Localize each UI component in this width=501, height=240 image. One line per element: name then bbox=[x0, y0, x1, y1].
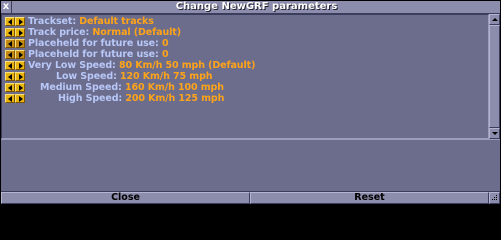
parameter-text: Medium Speed: 160 Km/h 100 mph bbox=[40, 82, 224, 93]
parameter-stepper[interactable] bbox=[5, 17, 25, 26]
decrease-button[interactable] bbox=[5, 39, 15, 48]
decrease-button[interactable] bbox=[5, 94, 15, 103]
parameter-value: 120 Km/h 75 mph bbox=[120, 71, 213, 82]
parameter-value: 0 bbox=[161, 38, 169, 49]
parameter-stepper[interactable] bbox=[5, 83, 25, 92]
parameter-list: Trackset: Default tracks Track price: No… bbox=[1, 14, 489, 139]
right-arrow-icon bbox=[19, 63, 23, 69]
right-arrow-icon bbox=[19, 30, 23, 36]
parameter-value: Default tracks bbox=[79, 16, 154, 27]
left-arrow-icon bbox=[8, 19, 12, 25]
reset-button[interactable]: Reset bbox=[250, 192, 489, 204]
increase-button[interactable] bbox=[15, 50, 25, 59]
parameter-row-medium-speed[interactable]: Medium Speed: 160 Km/h 100 mph bbox=[4, 82, 484, 93]
left-arrow-icon bbox=[8, 30, 12, 36]
right-arrow-icon bbox=[19, 85, 23, 91]
parameter-stepper[interactable] bbox=[5, 39, 25, 48]
parameter-stepper[interactable] bbox=[5, 72, 25, 81]
scroll-down-button[interactable] bbox=[489, 128, 500, 139]
increase-button[interactable] bbox=[15, 61, 25, 70]
parameter-label: Very Low Speed: bbox=[28, 60, 119, 71]
parameter-value: 160 Km/h 100 mph bbox=[124, 82, 224, 93]
newgrf-parameters-window: x Change NewGRF parameters Trackset: Def… bbox=[0, 0, 501, 205]
parameter-text: Trackset: Default tracks bbox=[28, 16, 154, 27]
parameter-row-trackset[interactable]: Trackset: Default tracks bbox=[4, 16, 484, 27]
parameter-label: High Speed: bbox=[58, 93, 126, 104]
parameter-text: Track price: Normal (Default) bbox=[28, 27, 181, 38]
parameter-stepper[interactable] bbox=[5, 50, 25, 59]
right-arrow-icon bbox=[19, 74, 23, 80]
increase-button[interactable] bbox=[15, 17, 25, 26]
parameter-text: High Speed: 200 Km/h 125 mph bbox=[58, 93, 224, 104]
resize-grip-icon[interactable] bbox=[489, 192, 500, 204]
parameter-text: Low Speed: 120 Km/h 75 mph bbox=[56, 71, 213, 82]
parameter-text: Placeheld for future use: 0 bbox=[28, 49, 169, 60]
increase-button[interactable] bbox=[15, 94, 25, 103]
right-arrow-icon bbox=[19, 52, 23, 58]
parameter-value: 80 Km/h 50 mph (Default) bbox=[118, 60, 256, 71]
left-arrow-icon bbox=[8, 85, 12, 91]
parameter-stepper[interactable] bbox=[5, 28, 25, 37]
parameter-text: Placeheld for future use: 0 bbox=[28, 38, 169, 49]
scroll-up-button[interactable] bbox=[489, 14, 500, 25]
left-arrow-icon bbox=[8, 52, 12, 58]
parameter-list-scrollbar[interactable] bbox=[489, 14, 500, 139]
decrease-button[interactable] bbox=[5, 28, 15, 37]
right-arrow-icon bbox=[19, 41, 23, 47]
right-arrow-icon bbox=[19, 19, 23, 25]
parameter-label: Low Speed: bbox=[56, 71, 120, 82]
parameter-label: Placeheld for future use: bbox=[28, 49, 162, 60]
increase-button[interactable] bbox=[15, 83, 25, 92]
parameter-label: Medium Speed: bbox=[40, 82, 125, 93]
parameter-row-placeheld-1[interactable]: Placeheld for future use: 0 bbox=[4, 38, 484, 49]
close-button[interactable]: Close bbox=[1, 192, 250, 204]
parameter-value: 0 bbox=[161, 49, 169, 60]
parameter-stepper[interactable] bbox=[5, 61, 25, 70]
parameter-label: Trackset: bbox=[28, 16, 80, 27]
increase-button[interactable] bbox=[15, 72, 25, 81]
title-bar[interactable]: x Change NewGRF parameters bbox=[1, 1, 500, 14]
parameter-row-very-low-speed[interactable]: Very Low Speed: 80 Km/h 50 mph (Default) bbox=[4, 60, 484, 71]
increase-button[interactable] bbox=[15, 28, 25, 37]
parameter-value: Normal (Default) bbox=[92, 27, 181, 38]
parameter-stepper[interactable] bbox=[5, 94, 25, 103]
decrease-button[interactable] bbox=[5, 83, 15, 92]
decrease-button[interactable] bbox=[5, 61, 15, 70]
parameter-row-track-price[interactable]: Track price: Normal (Default) bbox=[4, 27, 484, 38]
parameter-row-high-speed[interactable]: High Speed: 200 Km/h 125 mph bbox=[4, 93, 484, 104]
close-window-icon[interactable]: x bbox=[1, 1, 12, 13]
bottom-button-bar: Close Reset bbox=[1, 192, 500, 204]
left-arrow-icon bbox=[8, 41, 12, 47]
decrease-button[interactable] bbox=[5, 72, 15, 81]
left-arrow-icon bbox=[8, 74, 12, 80]
window-title: Change NewGRF parameters bbox=[175, 1, 338, 12]
increase-button[interactable] bbox=[15, 39, 25, 48]
left-arrow-icon bbox=[8, 63, 12, 69]
parameter-description-panel bbox=[1, 139, 500, 192]
decrease-button[interactable] bbox=[5, 17, 15, 26]
parameter-label: Placeheld for future use: bbox=[28, 38, 162, 49]
parameter-label: Track price: bbox=[28, 27, 93, 38]
left-arrow-icon bbox=[8, 96, 12, 102]
decrease-button[interactable] bbox=[5, 50, 15, 59]
parameter-row-placeheld-2[interactable]: Placeheld for future use: 0 bbox=[4, 49, 484, 60]
right-arrow-icon bbox=[19, 96, 23, 102]
parameter-row-low-speed[interactable]: Low Speed: 120 Km/h 75 mph bbox=[4, 71, 484, 82]
parameter-text: Very Low Speed: 80 Km/h 50 mph (Default) bbox=[28, 60, 255, 71]
up-arrow-icon bbox=[492, 18, 498, 21]
parameter-value: 200 Km/h 125 mph bbox=[125, 93, 225, 104]
down-arrow-icon bbox=[492, 132, 498, 135]
scrollbar-thumb[interactable] bbox=[489, 25, 500, 128]
